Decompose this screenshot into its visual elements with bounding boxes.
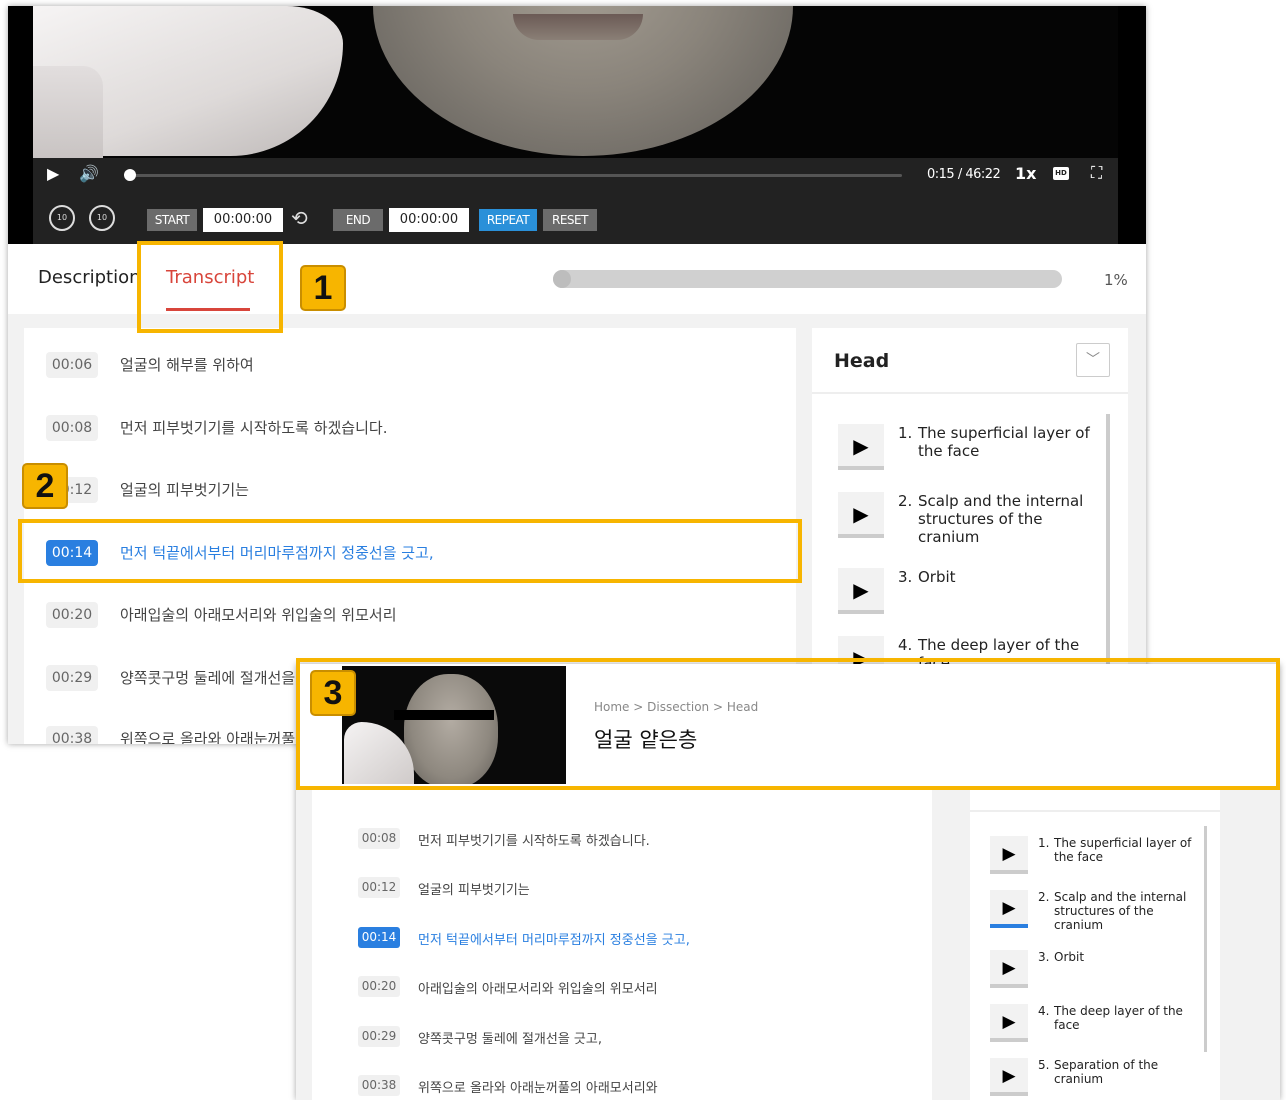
play-icon[interactable]: ▶ <box>990 890 1028 928</box>
video-mouth-image <box>513 14 643 40</box>
transcript-timestamp[interactable]: 00:08 <box>358 828 400 849</box>
tab-description[interactable]: Description <box>38 267 141 288</box>
chapter-panel-secondary: ▶ 1. The superficial layer of the face ▶ 2. S… <box>970 772 1220 1100</box>
transcript-timestamp[interactable]: 00:20 <box>358 976 400 997</box>
transcript-text: 양쪽콧구멍 둘레에 절개선을 긋고, <box>418 1032 602 1047</box>
transcript-text: 위쪽으로 올라와 아래눈꺼풀의 아래모서리와 <box>418 1081 658 1096</box>
loop-icon: ⟲ <box>291 206 308 230</box>
play-icon[interactable]: ▶ <box>990 950 1028 988</box>
transcript-row[interactable]: 00:12 얼굴의 피부벗기기는 <box>24 469 796 509</box>
chapter-number: 1. <box>898 424 913 442</box>
transcript-row[interactable]: 00:38 위쪽으로 올라와 아래눈꺼풀의 아래모서리와 <box>312 1071 932 1100</box>
callout-badge-1: 1 <box>300 265 346 311</box>
ab-end-button[interactable]: END <box>333 209 383 231</box>
transcript-timestamp[interactable]: 00:14 <box>358 927 400 948</box>
ab-start-button[interactable]: START <box>147 209 197 231</box>
chapter-label: Orbit <box>1054 950 1085 964</box>
video-control-bar: ▶ 🔊 0:15 / 46:22 1x HD ⛶ <box>33 158 1118 192</box>
callout-badge-2: 2 <box>22 463 68 509</box>
speed-button[interactable]: 1x <box>1015 164 1036 183</box>
play-icon[interactable]: ▶ <box>838 568 884 614</box>
transcript-timestamp[interactable]: 00:38 <box>46 726 98 744</box>
forward-10-icon[interactable]: 10 <box>89 205 115 231</box>
transcript-text: 얼굴의 피부벗기기는 <box>120 481 249 499</box>
chapter-number: 4. <box>1038 1004 1050 1018</box>
chapter-label: The deep layer of the face <box>1054 1004 1183 1032</box>
transcript-row[interactable]: 00:06 얼굴의 해부를 위하여 <box>24 344 796 384</box>
play-icon[interactable]: ▶ <box>990 1058 1028 1096</box>
chapter-number: 4. <box>898 636 913 654</box>
transcript-text: 먼저 피부벗기기를 시작하도록 하겠습니다. <box>418 834 650 849</box>
callout-badge-3: 3 <box>310 670 356 716</box>
transcript-row[interactable]: 00:08 먼저 피부벗기기를 시작하도록 하겠습니다. <box>24 407 796 447</box>
chapter-label: Separation of the cranium <box>1054 1058 1159 1086</box>
highlight-box-lesson-header <box>296 658 1280 790</box>
transcript-text: 얼굴의 피부벗기기는 <box>418 883 530 898</box>
video-lesson-panel: ▶ 🔊 0:15 / 46:22 1x HD ⛶ 10 10 START 00:… <box>8 6 1146 744</box>
ab-end-time[interactable]: 00:00:00 <box>389 208 469 232</box>
transcript-text: 아래입술의 아래모서리와 위입술의 위모서리 <box>418 982 658 997</box>
transcript-timestamp[interactable]: 00:06 <box>46 352 98 378</box>
chapter-scrollbar-secondary[interactable] <box>1204 826 1207 1052</box>
ab-start-time[interactable]: 00:00:00 <box>203 208 283 232</box>
chapter-number: 1. <box>1038 836 1050 850</box>
chapter-label: Scalp and the internal structures of the… <box>1054 890 1187 932</box>
hd-icon[interactable]: HD <box>1053 167 1069 180</box>
chapter-title: Head <box>834 350 890 372</box>
play-icon[interactable]: ▶ <box>990 1004 1028 1042</box>
rewind-10-icon[interactable]: 10 <box>49 205 75 231</box>
transcript-text: 아래입술의 아래모서리와 위입술의 위모서리 <box>120 606 397 624</box>
transcript-list-secondary: 00:08 먼저 피부벗기기를 시작하도록 하겠습니다. 00:12 얼굴의 피부벗기… <box>312 772 932 1100</box>
video-glove-cuff-image <box>33 66 103 158</box>
transcript-timestamp[interactable]: 00:12 <box>358 877 400 898</box>
chapter-label: The superficial layer of the face <box>1054 836 1192 864</box>
chapter-label: The superficial layer of the face <box>918 424 1090 460</box>
ab-repeat-bar: 10 10 START 00:00:00 ⟲ END 00:00:00 REPE… <box>33 192 1118 244</box>
transcript-row[interactable]: 00:20 아래입술의 아래모서리와 위입술의 위모서리 <box>24 594 796 634</box>
chapter-number: 3. <box>1038 950 1050 964</box>
timecode: 0:15 / 46:22 <box>927 167 1001 182</box>
transcript-row[interactable]: 00:29 양쪽콧구멍 둘레에 절개선을 긋고, <box>312 1022 932 1052</box>
transcript-text: 얼굴의 해부를 위하여 <box>120 356 254 374</box>
transcript-timestamp[interactable]: 00:08 <box>46 415 98 441</box>
chapter-header: Head ﹀ <box>812 328 1128 394</box>
chapter-number: 2. <box>1038 890 1050 904</box>
chapter-number: 5. <box>1038 1058 1050 1072</box>
chevron-down-icon[interactable]: ﹀ <box>1076 343 1110 377</box>
transcript-row[interactable]: 00:20 아래입술의 아래모서리와 위입술의 위모서리 <box>312 972 932 1002</box>
repeat-button[interactable]: REPEAT <box>479 209 537 231</box>
video-player[interactable]: ▶ 🔊 0:15 / 46:22 1x HD ⛶ 10 10 START 00:… <box>8 6 1146 244</box>
seek-bar[interactable] <box>123 169 902 181</box>
play-icon[interactable]: ▶ <box>838 424 884 470</box>
transcript-row[interactable]: 00:14 먼저 턱끝에서부터 머리마루점까지 정중선을 긋고, <box>312 923 932 953</box>
chapter-number: 2. <box>898 492 913 510</box>
chapter-number: 3. <box>898 568 913 586</box>
video-frame[interactable] <box>33 6 1118 158</box>
transcript-text: 먼저 턱끝에서부터 머리마루점까지 정중선을 긋고, <box>418 933 690 948</box>
seek-handle[interactable] <box>123 169 136 181</box>
transcript-row[interactable]: 00:12 얼굴의 피부벗기기는 <box>312 873 932 903</box>
transcript-timestamp[interactable]: 00:29 <box>358 1026 400 1047</box>
transcript-timestamp[interactable]: 00:29 <box>46 665 98 691</box>
highlight-box-transcript-tab <box>137 241 283 333</box>
transcript-row[interactable]: 00:08 먼저 피부벗기기를 시작하도록 하겠습니다. <box>312 824 932 854</box>
play-icon[interactable]: ▶ <box>838 492 884 538</box>
transcript-timestamp[interactable]: 00:20 <box>46 602 98 628</box>
watch-progress-fill <box>553 270 571 288</box>
fullscreen-icon[interactable]: ⛶ <box>1091 163 1102 183</box>
transcript-timestamp[interactable]: 00:38 <box>358 1075 400 1096</box>
chapter-label: Orbit <box>918 568 956 586</box>
volume-icon[interactable]: 🔊 <box>79 164 99 184</box>
watch-progress-bar <box>553 270 1062 288</box>
highlight-box-active-line <box>18 519 802 583</box>
chapter-label: Scalp and the internal structures of the… <box>918 492 1084 546</box>
transcript-text: 먼저 피부벗기기를 시작하도록 하겠습니다. <box>120 419 388 437</box>
reset-button[interactable]: RESET <box>543 209 597 231</box>
watch-progress-percent: 1% <box>1104 271 1128 289</box>
play-icon[interactable]: ▶ <box>990 836 1028 874</box>
play-icon[interactable]: ▶ <box>47 164 59 184</box>
